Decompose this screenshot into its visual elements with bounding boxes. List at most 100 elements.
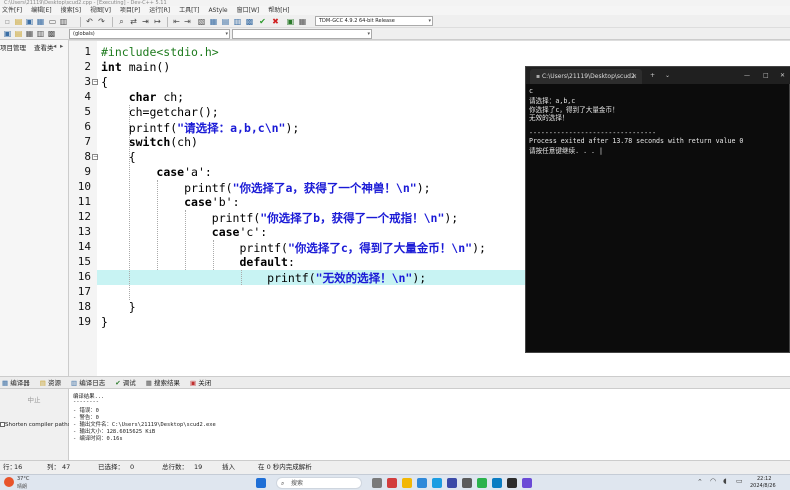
chrome-icon[interactable] bbox=[492, 478, 502, 488]
tab-search-results[interactable]: ▦ 搜索结果 bbox=[146, 377, 180, 388]
redo-icon[interactable]: ↷ bbox=[97, 17, 106, 26]
windows-start-icon[interactable] bbox=[256, 478, 266, 488]
rebuild-icon[interactable]: ▩ bbox=[245, 17, 254, 26]
menu-item[interactable]: 文件[F] bbox=[2, 6, 22, 15]
task-view-icon[interactable] bbox=[372, 478, 382, 488]
code-line[interactable]: printf("无效的选择！\n"); bbox=[101, 270, 426, 286]
tab-compile-log[interactable]: ▥ 编译日志 bbox=[71, 377, 105, 388]
maximize-icon[interactable]: □ bbox=[763, 67, 769, 84]
help-icon[interactable]: ▩ bbox=[47, 29, 56, 38]
open-file-icon[interactable]: ▤ bbox=[14, 17, 23, 26]
terminal-icon[interactable] bbox=[507, 478, 517, 488]
console-window[interactable]: ▪ C:\Users\21119\Desktop\scud2. ✕ + ⌄ — … bbox=[525, 66, 790, 353]
menu-item[interactable]: AStyle bbox=[208, 6, 227, 15]
code-line[interactable]: case'b': bbox=[101, 195, 239, 209]
new-tab-icon[interactable]: + bbox=[650, 67, 655, 84]
run-icon[interactable]: ▤ bbox=[221, 17, 230, 26]
menu-item[interactable]: 视图[V] bbox=[90, 6, 111, 15]
code-line[interactable]: printf("你选择了a，获得了一个神兽！\n"); bbox=[101, 180, 430, 196]
menu-item[interactable]: 运行[R] bbox=[149, 6, 170, 15]
compile-icon[interactable]: ▦ bbox=[209, 17, 218, 26]
code-line[interactable]: int main() bbox=[101, 60, 170, 74]
function-select[interactable]: ▾ bbox=[232, 29, 372, 39]
fold-toggle-icon[interactable]: − bbox=[92, 154, 98, 160]
clock-date[interactable]: 2024/8/26 bbox=[750, 483, 776, 489]
menu-item[interactable]: 帮助[H] bbox=[268, 6, 289, 15]
code-line[interactable]: default: bbox=[101, 255, 294, 269]
edge-icon[interactable] bbox=[417, 478, 427, 488]
code-line[interactable]: } bbox=[101, 300, 136, 314]
new-project-icon[interactable]: ▣ bbox=[3, 29, 12, 38]
weather-temp[interactable]: 37°C bbox=[17, 476, 29, 482]
volume-icon[interactable]: ◖ bbox=[723, 477, 727, 485]
code-line[interactable]: printf("你选择了c，得到了大量金币！\n"); bbox=[101, 240, 485, 256]
tab-project[interactable]: 项目管理 bbox=[0, 42, 26, 52]
chevron-up-icon[interactable]: ⌃ bbox=[697, 478, 703, 486]
search-box[interactable]: ⌕ 搜索 bbox=[276, 477, 362, 489]
chevron-right-icon[interactable]: ▸ bbox=[60, 42, 63, 50]
chevron-left-icon[interactable]: ◂ bbox=[53, 42, 56, 50]
menu-item[interactable]: 项目[P] bbox=[120, 6, 140, 15]
qq-icon[interactable] bbox=[432, 478, 442, 488]
toggle-comment-icon[interactable]: ▧ bbox=[197, 17, 206, 26]
replace-icon[interactable]: ⇄ bbox=[129, 17, 138, 26]
code-line[interactable]: char ch; bbox=[101, 90, 184, 104]
code-line[interactable]: ch=getchar(); bbox=[101, 105, 219, 119]
battery-icon[interactable]: ▭ bbox=[736, 477, 743, 485]
app-icon[interactable] bbox=[387, 478, 397, 488]
tab-classes[interactable]: 查看类 bbox=[34, 42, 54, 52]
clock-time[interactable]: 22:12 bbox=[757, 476, 771, 482]
chevron-down-icon[interactable]: ⌄ bbox=[665, 67, 670, 84]
tab-debug[interactable]: ✔ 调试 bbox=[115, 377, 136, 388]
find-icon[interactable]: ⌕ bbox=[117, 17, 126, 26]
close-icon[interactable]: ✕ bbox=[780, 67, 785, 84]
tab-resources[interactable]: ▤ 资源 bbox=[40, 377, 61, 388]
scope-select[interactable]: (globals) ▾ bbox=[69, 29, 230, 39]
wechat-icon[interactable] bbox=[477, 478, 487, 488]
check-icon[interactable]: ✔ bbox=[258, 17, 267, 26]
compile-run-icon[interactable]: ▥ bbox=[233, 17, 242, 26]
find-next-icon[interactable]: ⇥ bbox=[141, 17, 150, 26]
debug-icon[interactable]: ▣ bbox=[286, 17, 295, 26]
shorten-paths-checkbox[interactable]: Shorten compiler paths bbox=[0, 422, 71, 428]
options-icon[interactable]: ▥ bbox=[36, 29, 45, 38]
print-icon[interactable]: ▥ bbox=[59, 17, 68, 26]
code-line[interactable]: printf("你选择了b，获得了一个戒指！\n"); bbox=[101, 210, 458, 226]
menu-item[interactable]: 窗口[W] bbox=[237, 6, 260, 15]
profile-icon[interactable]: ▦ bbox=[298, 17, 307, 26]
menu-item[interactable]: 工具[T] bbox=[179, 6, 199, 15]
tab-compiler[interactable]: ▦ 编译器 bbox=[2, 377, 30, 388]
abort-button[interactable]: 中止 bbox=[4, 394, 64, 406]
devcpp-icon[interactable] bbox=[522, 478, 532, 488]
save-icon[interactable]: ▣ bbox=[25, 17, 34, 26]
close-file-icon[interactable]: ▭ bbox=[48, 17, 57, 26]
menu-item[interactable]: 搜索[S] bbox=[61, 6, 82, 15]
code-line[interactable]: { bbox=[101, 75, 108, 89]
code-line[interactable]: #include<stdio.h> bbox=[101, 45, 219, 59]
class-browser-icon[interactable]: ▦ bbox=[25, 29, 34, 38]
code-line[interactable]: { bbox=[101, 150, 136, 164]
unindent-icon[interactable]: ⇥ bbox=[183, 17, 192, 26]
stop-icon[interactable]: ✖ bbox=[271, 17, 280, 26]
code-line[interactable]: } bbox=[101, 315, 108, 329]
fold-toggle-icon[interactable]: − bbox=[92, 79, 98, 85]
save-all-icon[interactable]: ▦ bbox=[36, 17, 45, 26]
settings-icon[interactable] bbox=[462, 478, 472, 488]
undo-icon[interactable]: ↶ bbox=[85, 17, 94, 26]
goto-line-icon[interactable]: ↦ bbox=[153, 17, 162, 26]
code-line[interactable]: switch(ch) bbox=[101, 135, 198, 149]
file-explorer-icon[interactable] bbox=[402, 478, 412, 488]
new-file-icon[interactable]: ▫ bbox=[3, 17, 12, 26]
console-tab[interactable]: ▪ C:\Users\21119\Desktop\scud2. ✕ bbox=[530, 69, 642, 84]
open-project-icon[interactable]: ▤ bbox=[14, 29, 23, 38]
menu-item[interactable]: 编辑[E] bbox=[31, 6, 51, 15]
tab-close[interactable]: ▣ 关闭 bbox=[190, 377, 211, 388]
minimize-icon[interactable]: — bbox=[744, 67, 750, 84]
close-tab-icon[interactable]: ✕ bbox=[632, 69, 637, 84]
wifi-icon[interactable]: ◠ bbox=[710, 477, 716, 485]
indent-icon[interactable]: ⇤ bbox=[172, 17, 181, 26]
code-line[interactable]: case'a': bbox=[101, 165, 211, 179]
code-line[interactable]: printf("请选择：a,b,c\n"); bbox=[101, 120, 300, 136]
compiler-select[interactable]: TDM-GCC 4.9.2 64-bit Release ▾ bbox=[315, 16, 433, 26]
store-icon[interactable] bbox=[447, 478, 457, 488]
